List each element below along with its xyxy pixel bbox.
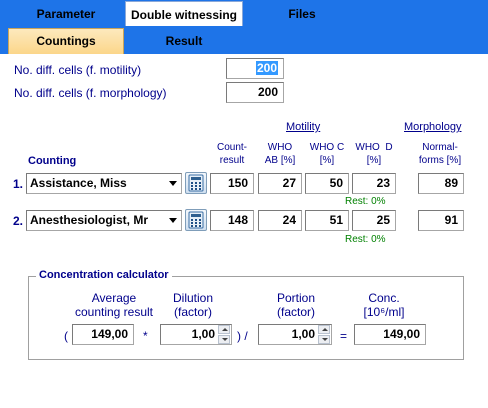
who-d-field[interactable]: 23 xyxy=(352,173,396,194)
motility-cells-label: No. diff. cells (f. motility) xyxy=(14,63,142,77)
witness-select[interactable]: Assistance, Miss xyxy=(26,173,182,194)
spin-down-icon[interactable] xyxy=(318,335,330,344)
normal-forms-field[interactable]: 89 xyxy=(418,173,464,194)
who-c-header: WHO C [%] xyxy=(309,142,345,166)
counting-column-header: Counting xyxy=(28,155,77,167)
sub-tab-bar: Countings Result xyxy=(0,26,488,54)
tab-double-witnessing[interactable]: Double witnessing xyxy=(125,1,243,26)
rest-percent: Rest: 0% xyxy=(345,196,386,207)
who-ab-field[interactable]: 24 xyxy=(258,210,302,231)
witness-select[interactable]: Anesthesiologist, Mr xyxy=(26,210,182,231)
chevron-down-icon xyxy=(169,218,177,223)
witness-name: Assistance, Miss xyxy=(30,176,127,190)
rest-percent: Rest: 0% xyxy=(345,234,386,245)
portion-stepper[interactable]: 1,00 xyxy=(258,324,332,345)
who-d-field[interactable]: 25 xyxy=(352,210,396,231)
tab-files[interactable]: Files xyxy=(244,0,360,26)
calculator-icon xyxy=(188,211,204,229)
open-parenthesis: ( xyxy=(64,329,68,343)
multiply-operator: * xyxy=(143,329,148,343)
tab-result[interactable]: Result xyxy=(126,29,242,53)
normal-forms-field[interactable]: 91 xyxy=(418,210,464,231)
concentration-result-field[interactable]: 149,00 xyxy=(354,324,426,345)
who-ab-field[interactable]: 27 xyxy=(258,173,302,194)
tab-parameter[interactable]: Parameter xyxy=(8,0,124,26)
tab-countings[interactable]: Countings xyxy=(8,28,124,54)
count-result-field[interactable]: 148 xyxy=(210,210,254,231)
who-d-header: WHO D [%] xyxy=(355,142,393,166)
who-ab-header: WHO AB [%] xyxy=(264,142,296,166)
motility-group-header: Motility xyxy=(286,121,321,133)
portion-spinner[interactable] xyxy=(318,325,330,344)
row-number: 2. xyxy=(13,214,24,228)
calculator-button[interactable] xyxy=(185,209,207,231)
spin-up-icon[interactable] xyxy=(218,325,230,334)
equals-operator: = xyxy=(340,329,348,343)
normal-forms-header: Normal- forms [%] xyxy=(418,142,462,166)
average-value-field[interactable]: 149,00 xyxy=(72,324,134,345)
spin-up-icon[interactable] xyxy=(318,325,330,334)
dilution-label: Dilution (factor) xyxy=(172,291,214,319)
morphology-cells-label: No. diff. cells (f. morphology) xyxy=(14,86,167,100)
spin-down-icon[interactable] xyxy=(218,335,230,344)
row-number: 1. xyxy=(13,177,24,191)
motility-cells-input[interactable]: 200 xyxy=(226,58,284,79)
calculator-button[interactable] xyxy=(185,172,207,194)
who-c-field[interactable]: 50 xyxy=(305,173,349,194)
dilution-spinner[interactable] xyxy=(218,325,230,344)
portion-label: Portion (factor) xyxy=(276,291,316,319)
calculator-icon xyxy=(188,174,204,192)
divide-operator: ) / xyxy=(237,329,248,343)
count-result-header: Count- result xyxy=(216,142,247,166)
morphology-group-header: Morphology xyxy=(404,121,462,133)
chevron-down-icon xyxy=(169,181,177,186)
who-c-field[interactable]: 51 xyxy=(305,210,349,231)
dilution-stepper[interactable]: 1,00 xyxy=(160,324,232,345)
average-counting-result-label: Average counting result xyxy=(74,291,154,319)
count-result-field[interactable]: 150 xyxy=(210,173,254,194)
morphology-cells-input[interactable]: 200 xyxy=(226,82,284,103)
top-tab-bar: Parameter Double witnessing Files xyxy=(0,0,488,26)
concentration-calculator-title: Concentration calculator xyxy=(36,269,172,281)
witness-name: Anesthesiologist, Mr xyxy=(30,213,149,227)
concentration-label: Conc. [10⁶/ml] xyxy=(363,291,405,319)
